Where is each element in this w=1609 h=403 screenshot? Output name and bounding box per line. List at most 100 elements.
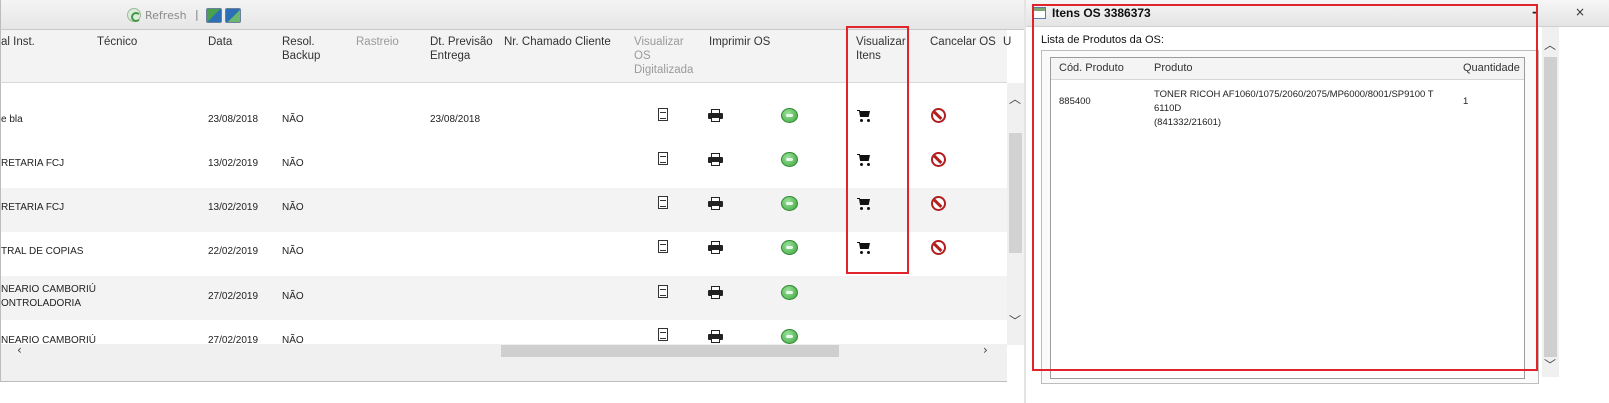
- col-header-next[interactable]: U: [1003, 35, 1011, 49]
- chat-icon[interactable]: [781, 240, 798, 255]
- table-row: RETARIA FCJ 13/02/2019 NÃO: [1, 144, 1007, 188]
- refresh-button[interactable]: Refresh: [127, 8, 187, 22]
- col-header-cancelar-os[interactable]: Cancelar OS: [930, 35, 996, 49]
- cell-resol: NÃO: [282, 335, 304, 344]
- os-grid-panel: Refresh | al Inst. Técnico Data Resol. B…: [0, 0, 1024, 403]
- col-header-dt-previsao[interactable]: Dt. Previsão Entrega: [430, 35, 493, 63]
- toolbar-separator: |: [195, 8, 199, 21]
- col-header-resol-backup[interactable]: Resol. Backup: [282, 35, 320, 63]
- cell-produto: TONER RICOH AF1060/1075/2060/2075/MP6000…: [1154, 89, 1434, 128]
- table-row[interactable]: 885400 TONER RICOH AF1060/1075/2060/2075…: [1051, 81, 1524, 128]
- document-icon[interactable]: [658, 285, 668, 298]
- chat-icon[interactable]: [781, 196, 798, 211]
- document-icon[interactable]: [658, 328, 668, 341]
- table-row: NEARIO CAMBORIÚ 27/02/2019 NÃO: [1, 320, 1007, 344]
- cell-resol: NÃO: [282, 114, 304, 125]
- col-header-cod-produto[interactable]: Cód. Produto: [1059, 62, 1124, 74]
- cell-inst: RETARIA FCJ: [1, 158, 65, 169]
- cell-inst: TRAL DE COPIAS: [1, 246, 84, 257]
- cell-data: 13/02/2019: [208, 158, 259, 169]
- chat-icon[interactable]: [781, 108, 798, 123]
- cell-data: 27/02/2019: [208, 291, 259, 302]
- printer-icon[interactable]: [708, 197, 723, 210]
- cell-data: 13/02/2019: [208, 202, 259, 213]
- cell-data: 22/02/2019: [208, 246, 259, 257]
- col-header-tecnico[interactable]: Técnico: [97, 35, 137, 49]
- excel-export-icon[interactable]: [206, 8, 222, 23]
- cell-quantidade: 1: [1463, 96, 1469, 107]
- cart-icon[interactable]: [857, 154, 871, 166]
- document-icon[interactable]: [658, 240, 668, 253]
- printer-icon[interactable]: [708, 153, 723, 166]
- word-export-icon[interactable]: [225, 8, 241, 23]
- products-table-header: Cód. Produto Produto Quantidade: [1051, 58, 1524, 80]
- printer-icon[interactable]: [708, 330, 723, 343]
- document-icon[interactable]: [658, 108, 668, 121]
- itens-os-dialog: Itens OS 3386373 - × Lista de Produtos d…: [1026, 0, 1609, 403]
- col-header-rastreio[interactable]: Rastreio: [356, 35, 399, 49]
- scroll-up-icon[interactable]: ︿: [1544, 39, 1556, 51]
- grid-footer: [0, 358, 1007, 382]
- cancel-icon[interactable]: [931, 196, 946, 211]
- col-header-visualizar-os[interactable]: Visualizar OS Digitalizada: [634, 35, 693, 77]
- cart-icon[interactable]: [857, 198, 871, 210]
- scroll-down-icon[interactable]: ﹀: [1544, 359, 1556, 371]
- dialog-vertical-scrollbar[interactable]: ︿ ﹀: [1542, 27, 1559, 377]
- close-button[interactable]: ×: [1575, 5, 1585, 19]
- cell-data: 23/08/2018: [208, 114, 259, 125]
- col-header-data[interactable]: Data: [208, 35, 232, 49]
- dialog-titlebar: Itens OS 3386373 - ×: [1026, 0, 1609, 27]
- table-row: RETARIA FCJ 13/02/2019 NÃO: [1, 188, 1007, 232]
- dialog-subtitle: Lista de Produtos da OS:: [1041, 34, 1164, 46]
- minimize-button[interactable]: -: [1532, 5, 1537, 19]
- table-row: TRAL DE COPIAS 22/02/2019 NÃO: [1, 232, 1007, 276]
- printer-icon[interactable]: [708, 286, 723, 299]
- cell-inst: RETARIA FCJ: [1, 202, 65, 213]
- scroll-thumb[interactable]: [1544, 57, 1557, 357]
- document-icon[interactable]: [658, 152, 668, 165]
- col-header-imprimir-os[interactable]: Imprimir OS: [709, 35, 770, 49]
- chat-icon[interactable]: [781, 152, 798, 167]
- cart-icon[interactable]: [857, 110, 871, 122]
- grid-header: al Inst. Técnico Data Resol. Backup Rast…: [0, 30, 1011, 83]
- cell-cod-produto: 885400: [1059, 96, 1091, 107]
- table-row: NEARIO CAMBORIÚ ONTROLADORIA 27/02/2019 …: [1, 276, 1007, 320]
- scroll-up-icon[interactable]: ︿: [1009, 93, 1021, 105]
- scroll-thumb[interactable]: [501, 345, 839, 357]
- products-frame: Cód. Produto Produto Quantidade 885400 T…: [1041, 50, 1539, 384]
- cell-data: 27/02/2019: [208, 335, 259, 344]
- col-header-produto[interactable]: Produto: [1154, 62, 1193, 74]
- grid-vertical-scrollbar[interactable]: ︿ ﹀: [1007, 83, 1024, 345]
- cancel-icon[interactable]: [931, 240, 946, 255]
- col-header-visualizar-itens[interactable]: Visualizar Itens: [856, 35, 906, 63]
- table-row: e bla 23/08/2018 NÃO 23/08/2018: [1, 100, 1007, 144]
- cell-resol: NÃO: [282, 202, 304, 213]
- refresh-label: Refresh: [145, 8, 187, 22]
- cell-resol: NÃO: [282, 246, 304, 257]
- products-table: Cód. Produto Produto Quantidade 885400 T…: [1050, 57, 1525, 379]
- scroll-left-icon[interactable]: ‹: [17, 344, 22, 356]
- cancel-icon[interactable]: [931, 108, 946, 123]
- scroll-thumb[interactable]: [1009, 133, 1022, 253]
- document-icon[interactable]: [658, 196, 668, 209]
- cell-resol: NÃO: [282, 291, 304, 302]
- cancel-icon[interactable]: [931, 152, 946, 167]
- grid-horizontal-scrollbar[interactable]: ‹ ›: [0, 344, 1007, 358]
- printer-icon[interactable]: [708, 241, 723, 254]
- scroll-right-icon[interactable]: ›: [983, 344, 988, 356]
- chat-icon[interactable]: [781, 285, 798, 300]
- window-icon: [1033, 7, 1046, 19]
- grid-toolbar: Refresh |: [0, 0, 1024, 30]
- cell-inst: e bla: [1, 114, 23, 125]
- col-header-inst[interactable]: al Inst.: [1, 35, 35, 49]
- col-header-nr-chamado[interactable]: Nr. Chamado Cliente: [504, 35, 611, 49]
- chat-icon[interactable]: [781, 329, 798, 344]
- refresh-icon: [127, 8, 141, 22]
- col-header-quantidade[interactable]: Quantidade: [1463, 62, 1520, 74]
- printer-icon[interactable]: [708, 109, 723, 122]
- cart-icon[interactable]: [857, 242, 871, 254]
- grid-body: e bla 23/08/2018 NÃO 23/08/2018 RETARIA …: [0, 83, 1007, 344]
- scroll-down-icon[interactable]: ﹀: [1009, 315, 1021, 327]
- dialog-title: Itens OS 3386373: [1052, 6, 1151, 20]
- cell-resol: NÃO: [282, 158, 304, 169]
